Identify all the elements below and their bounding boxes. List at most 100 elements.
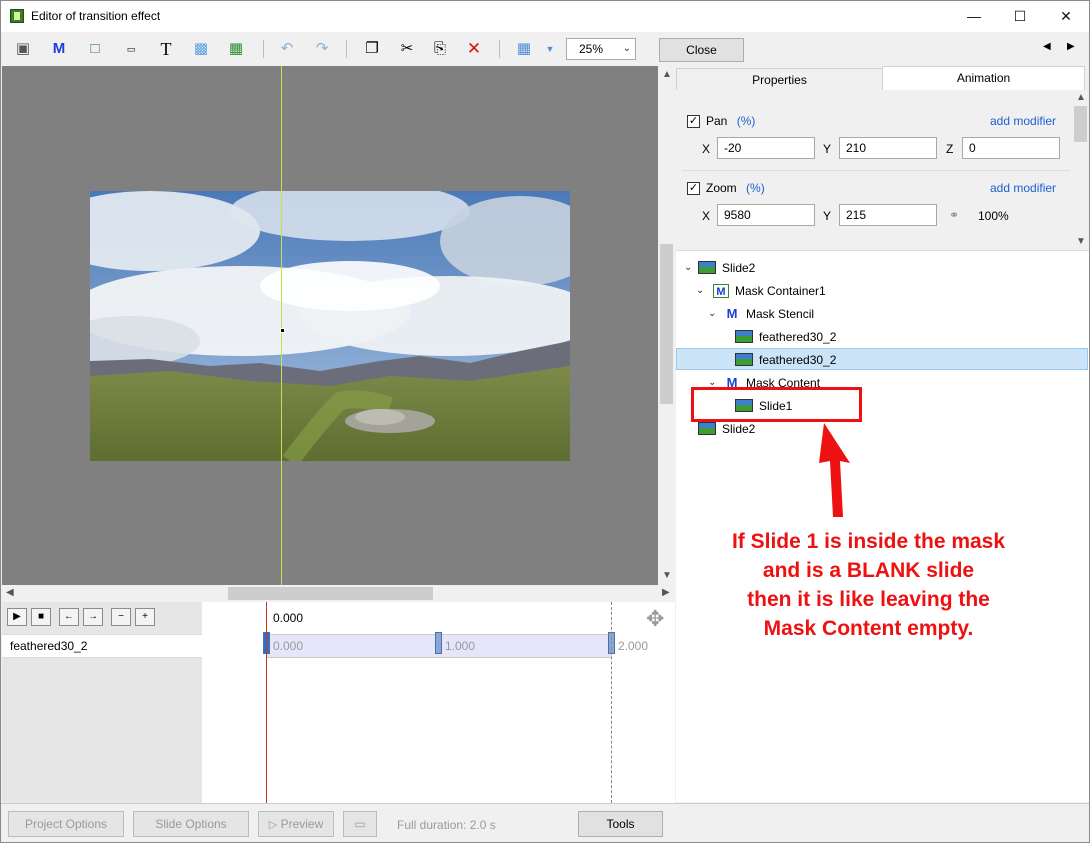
chevron-down-icon[interactable]: ⌄	[684, 257, 692, 279]
add-keyframe-button[interactable]: +	[135, 608, 155, 626]
anchor-handle[interactable]	[280, 328, 285, 333]
move-icon[interactable]: ✥	[646, 606, 664, 632]
annotation-line: Mask Content empty.	[763, 617, 974, 640]
chevron-down-icon: ⌄	[622, 43, 631, 54]
add-frame-icon[interactable]: □	[84, 39, 106, 59]
scroll-left-icon[interactable]: ◀	[6, 587, 14, 598]
tab-animation[interactable]: Animation	[882, 66, 1085, 91]
zoom-label-text: Zoom	[706, 181, 737, 195]
next-arrow-icon[interactable]: ▶	[1067, 41, 1075, 52]
tree-item-selected[interactable]: feathered30_2	[676, 348, 1088, 370]
scroll-thumb[interactable]	[660, 244, 673, 404]
zoom-percent: 100%	[978, 209, 1009, 223]
zoom-y-label: Y	[823, 209, 832, 223]
track-name[interactable]: feathered30_2	[2, 634, 202, 658]
pan-z-input[interactable]: 0	[962, 137, 1060, 159]
scroll-right-icon[interactable]: ▶	[662, 587, 670, 598]
tree-item[interactable]: ⌄ M Mask Stencil	[708, 303, 814, 325]
pan-label-text: Pan	[706, 114, 728, 128]
animation-properties: ✓ Pan (%) add modifier X -20 Y 210 Z 0 ✓…	[676, 90, 1072, 250]
zoom-select[interactable]: 25% ⌄	[566, 38, 636, 60]
fullscreen-icon[interactable]: ▭	[343, 811, 377, 837]
add-button-icon[interactable]: ▭	[120, 39, 142, 59]
tools-button[interactable]: Tools	[578, 811, 663, 837]
scroll-thumb[interactable]	[228, 587, 433, 600]
pan-y-input[interactable]: 210	[839, 137, 937, 159]
stop-button[interactable]: ■	[31, 608, 51, 626]
grid-dropdown-icon[interactable]: ▼	[539, 39, 561, 59]
maximize-button[interactable]: ☐	[997, 1, 1043, 32]
zoom-unit: (%)	[746, 181, 765, 195]
scroll-down-icon[interactable]: ▼	[662, 570, 672, 581]
minimize-button[interactable]: —	[951, 1, 997, 32]
paste-icon[interactable]: ⎘	[429, 39, 451, 59]
project-options-button[interactable]: Project Options	[8, 811, 124, 837]
vertical-guide-line[interactable]	[281, 66, 282, 585]
scroll-thumb[interactable]	[1074, 106, 1087, 142]
tab-properties[interactable]: Properties	[676, 68, 883, 91]
zoom-y-input[interactable]: 215	[839, 204, 937, 226]
link-icon[interactable]: ⚭	[949, 208, 959, 222]
pan-add-modifier-link[interactable]: add modifier	[990, 114, 1056, 128]
landscape-photo	[90, 191, 570, 461]
redo-icon[interactable]: ↷	[311, 39, 333, 59]
image-icon	[698, 261, 716, 275]
keyframe-time: 0.000	[273, 639, 304, 653]
keyframe-marker[interactable]	[435, 632, 442, 654]
zoom-label: Zoom (%)	[706, 181, 765, 195]
tree-item-label: feathered30_2	[759, 330, 837, 344]
canvas-vertical-scrollbar[interactable]: ▲ ▼	[658, 66, 675, 585]
timeline-cursor[interactable]	[266, 602, 267, 803]
video-camera-icon[interactable]: ▣	[12, 39, 34, 59]
delete-icon[interactable]: ✕	[463, 39, 485, 59]
scroll-down-icon[interactable]: ▼	[1076, 236, 1086, 247]
preview-canvas[interactable]	[2, 66, 658, 585]
add-mask-icon[interactable]: M	[48, 39, 70, 59]
zoom-x-input[interactable]: 9580	[717, 204, 815, 226]
tree-item[interactable]: ⌄ Slide2	[684, 257, 755, 279]
mask-container-icon: M	[713, 283, 729, 298]
bottom-bar: Project Options Slide Options ▷ Preview …	[1, 803, 1089, 842]
add-rectangle-icon[interactable]: ▩	[190, 39, 212, 59]
toolbar-separator	[499, 40, 500, 58]
editor-window: Editor of transition effect — ☐ ✕ ▣ M □ …	[0, 0, 1090, 843]
remove-keyframe-button[interactable]: −	[111, 608, 131, 626]
pan-checkbox[interactable]: ✓	[687, 115, 700, 128]
annotation-highlight-box	[691, 387, 862, 422]
pan-x-input[interactable]: -20	[717, 137, 815, 159]
grid-icon[interactable]: ▦	[513, 39, 535, 59]
tree-item-label: Mask Stencil	[746, 307, 815, 321]
chevron-down-icon[interactable]: ⌄	[696, 280, 704, 302]
properties-scrollbar[interactable]: ▲ ▼	[1072, 90, 1089, 250]
annotation-line: and is a BLANK slide	[762, 559, 975, 582]
close-button[interactable]: Close	[659, 38, 744, 62]
play-button[interactable]: ▶	[7, 608, 27, 626]
slide-options-button[interactable]: Slide Options	[133, 811, 249, 837]
zoom-checkbox[interactable]: ✓	[687, 182, 700, 195]
canvas-horizontal-scrollbar[interactable]: ◀ ▶	[2, 585, 675, 602]
chevron-down-icon[interactable]: ⌄	[708, 303, 716, 325]
add-text-icon[interactable]: T	[155, 39, 177, 59]
scroll-up-icon[interactable]: ▲	[1076, 92, 1086, 103]
zoom-add-modifier-link[interactable]: add modifier	[990, 181, 1056, 195]
close-window-button[interactable]: ✕	[1043, 1, 1089, 32]
mask-stencil-icon: M	[726, 305, 738, 321]
next-keyframe-button[interactable]: →	[83, 608, 103, 626]
add-image-icon[interactable]: ▦	[225, 39, 247, 59]
current-time: 0.000	[273, 611, 304, 625]
tree-item[interactable]: ⌄ M Mask Container1	[696, 280, 826, 302]
prev-keyframe-button[interactable]: ←	[59, 608, 79, 626]
copy-icon[interactable]: ❐	[361, 39, 383, 59]
slide-image[interactable]	[90, 191, 570, 461]
preview-button[interactable]: ▷ Preview	[258, 811, 334, 837]
title-bar: Editor of transition effect — ☐ ✕	[1, 1, 1089, 32]
scroll-up-icon[interactable]: ▲	[662, 69, 672, 80]
object-tree: ⌄ Slide2 ⌄ M Mask Container1 ⌄ M Mask Sten…	[676, 250, 1089, 802]
cut-icon[interactable]: ✂	[396, 39, 418, 59]
undo-icon[interactable]: ↶	[276, 39, 298, 59]
toolbar-separator	[346, 40, 347, 58]
prev-arrow-icon[interactable]: ◀	[1043, 41, 1051, 52]
toolbar-separator	[263, 40, 264, 58]
pan-x-label: X	[702, 142, 711, 156]
tree-item[interactable]: feathered30_2	[735, 326, 836, 348]
